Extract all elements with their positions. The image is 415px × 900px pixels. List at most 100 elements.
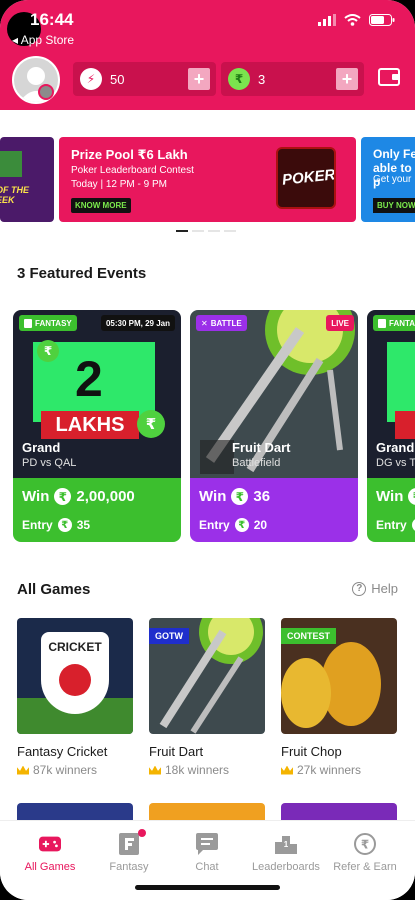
prize-word: LAKHS: [41, 411, 139, 439]
wallet-icon[interactable]: [378, 68, 400, 86]
fantasy-icon: [118, 829, 146, 855]
event-win: Win ₹: [376, 488, 415, 505]
crown-icon: [149, 765, 161, 775]
event-entry: Entry ₹: [376, 518, 415, 532]
signal-icon: [318, 14, 336, 26]
nav-label: All Games: [24, 861, 76, 873]
entry-label: Entry: [199, 518, 230, 532]
winners-count: 87k winners: [33, 763, 98, 777]
rupee-coin-icon: ₹: [37, 340, 59, 362]
cricket-shield-text: CRICKET: [48, 640, 102, 654]
game-thumbnail: CRICKET: [17, 618, 133, 734]
app-screen: 16:44 ◂ App Store ⚡ 50 + ₹ 3 + F THE EK …: [0, 0, 415, 900]
add-cash-button[interactable]: +: [336, 68, 358, 90]
help-button[interactable]: ? Help: [352, 581, 398, 596]
fantasy-icon: [378, 318, 386, 328]
battery-icon: [369, 14, 395, 26]
banner-week[interactable]: OF THEEEK: [0, 137, 54, 222]
event-win: Win ₹ 36: [199, 488, 270, 505]
event-art: 2 LAKHS ₹ ₹ FANTASY 05:30 PM, 29 Jan Gra…: [13, 310, 181, 478]
game-winners: 27k winners: [281, 763, 397, 777]
rupee-icon: ₹: [408, 488, 415, 505]
banner-offer[interactable]: Only Felable to p Get your BUY NOW: [361, 137, 415, 222]
carousel-dot: [224, 230, 236, 232]
game-fantasy-cricket[interactable]: CRICKET Fantasy Cricket 87k winners: [17, 618, 133, 777]
nav-chat[interactable]: Chat: [167, 833, 247, 873]
all-games-title: All Games: [17, 581, 91, 598]
event-entry: Entry ₹ 35: [22, 518, 90, 532]
gamepad-icon: [39, 833, 61, 855]
svg-text:1: 1: [284, 840, 289, 849]
rupee-icon: ₹: [231, 488, 249, 505]
event-card-grand[interactable]: 2 LAKHS ₹ ₹ FANTASY 05:30 PM, 29 Jan Gra…: [13, 310, 181, 542]
rupee-icon: ₹: [228, 68, 250, 90]
win-label: Win: [376, 488, 404, 505]
tokens-chip[interactable]: ⚡ 50 +: [73, 62, 216, 96]
tag-fantasy: FANTA: [373, 315, 415, 331]
entry-label: Entry: [22, 518, 53, 532]
tag-label: FANTASY: [35, 318, 72, 328]
banner-time: Today | 12 PM - 9 PM: [71, 179, 167, 190]
event-name: Fruit Dart: [232, 440, 291, 455]
crown-icon: [281, 765, 293, 775]
back-label: App Store: [20, 33, 75, 47]
banner-title: Prize Pool ₹6 Lakh: [71, 147, 188, 162]
help-icon: ?: [352, 581, 367, 596]
prize-number: 2: [75, 351, 103, 407]
nav-label: Chat: [195, 861, 219, 873]
event-match: DG vs TA: [376, 457, 415, 469]
featured-events-title: 3 Featured Events: [17, 265, 147, 282]
back-arrow-icon: ◂: [12, 33, 19, 47]
tokens-value: 50: [110, 71, 125, 87]
game-name: Fantasy Cricket: [17, 744, 108, 759]
prize-word-strip: [395, 411, 415, 439]
nav-fantasy[interactable]: Fantasy: [89, 829, 169, 873]
game-winners: 87k winners: [17, 763, 133, 777]
event-card-fruit-dart[interactable]: ✕ BATTLE LIVE Fruit Dart Battlefield Win…: [190, 310, 358, 542]
rupee-icon: ₹: [234, 518, 249, 532]
nav-refer-earn[interactable]: ₹ Refer & Earn: [325, 833, 405, 873]
add-tokens-button[interactable]: +: [188, 68, 210, 90]
status-time: 16:44: [30, 10, 74, 29]
level-badge-icon: [38, 84, 54, 100]
svg-text:₹: ₹: [361, 838, 369, 852]
banner-art: [0, 151, 22, 177]
crown-icon: [17, 765, 29, 775]
nav-all-games[interactable]: All Games: [10, 833, 90, 873]
win-amount: 2,00,000: [76, 488, 135, 505]
pineapple-art-2: [281, 658, 331, 728]
event-prize-bar: Win ₹ Entry ₹: [367, 478, 415, 542]
tag-label: FANTA: [389, 318, 415, 328]
nav-leaderboards[interactable]: 1 Leaderboards: [246, 833, 326, 873]
game-fruit-dart[interactable]: GOTW Fruit Dart 18k winners: [149, 618, 265, 777]
nav-label: Fantasy: [109, 861, 149, 873]
chat-icon: [196, 833, 218, 855]
status-bar: 16:44 ◂ App Store: [0, 0, 415, 48]
game-thumbnail: CONTEST: [281, 618, 397, 734]
poker-logo: POKER: [276, 147, 336, 209]
header: 16:44 ◂ App Store ⚡ 50 + ₹ 3 +: [0, 0, 415, 110]
gotw-badge: GOTW: [149, 628, 189, 644]
know-more-button[interactable]: KNOW MORE: [71, 198, 131, 213]
cash-chip[interactable]: ₹ 3 +: [221, 62, 364, 96]
event-entry: Entry ₹ 20: [199, 518, 267, 532]
buy-now-button[interactable]: BUY NOW: [373, 198, 415, 213]
tag-battle: ✕ BATTLE: [196, 315, 247, 331]
avatar[interactable]: [12, 56, 60, 104]
carousel-dot-active: [176, 230, 188, 232]
back-to-app-store[interactable]: ◂ App Store: [12, 33, 74, 47]
lakhs-panel: [387, 342, 415, 422]
nav-label: Refer & Earn: [333, 861, 397, 873]
banner-poker[interactable]: Prize Pool ₹6 Lakh Poker Leaderboard Con…: [59, 137, 356, 222]
rupee-icon: ₹: [57, 518, 72, 532]
event-art: FANTA Grand DG vs TA: [367, 310, 415, 478]
winners-count: 18k winners: [165, 763, 230, 777]
event-card-grand-2[interactable]: FANTA Grand DG vs TA Win ₹ Entry ₹: [367, 310, 415, 542]
contest-badge: CONTEST: [281, 628, 337, 644]
game-thumbnail: GOTW: [149, 618, 265, 734]
user-silhouette-icon: [19, 67, 53, 102]
game-fruit-chop[interactable]: CONTEST Fruit Chop 27k winners: [281, 618, 397, 777]
event-match: PD vs QAL: [22, 457, 77, 469]
win-amount: 36: [253, 488, 271, 505]
event-art: ✕ BATTLE LIVE Fruit Dart Battlefield: [190, 310, 358, 478]
